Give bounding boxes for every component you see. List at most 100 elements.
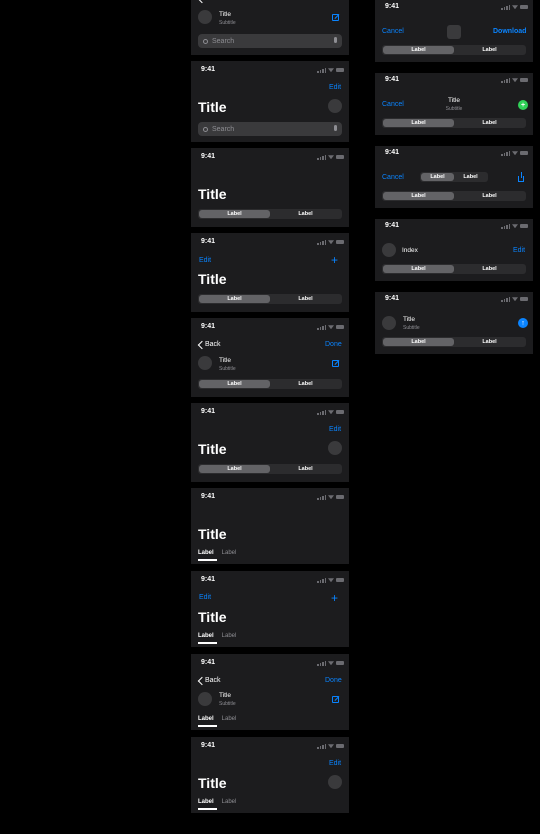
segmented-control[interactable]: Label Label bbox=[382, 118, 526, 128]
compose-icon[interactable] bbox=[332, 14, 339, 21]
wifi-icon bbox=[512, 5, 518, 10]
cancel-button[interactable]: Cancel bbox=[382, 101, 404, 108]
tab-bar: Label Label bbox=[198, 716, 237, 727]
segmented-control[interactable]: Label Label bbox=[382, 45, 526, 55]
large-title: Title bbox=[198, 775, 227, 791]
tab-first[interactable]: Label bbox=[198, 716, 217, 727]
edit-button[interactable]: Edit bbox=[199, 257, 211, 264]
edit-button[interactable]: Edit bbox=[329, 84, 341, 91]
large-title: Title bbox=[198, 186, 227, 202]
header-segmented-control[interactable]: Label Label bbox=[420, 172, 488, 182]
magnifier-icon bbox=[203, 38, 208, 44]
search-field[interactable]: Search bbox=[198, 34, 342, 48]
microphone-icon[interactable] bbox=[334, 37, 337, 43]
segment-second[interactable]: Label bbox=[454, 265, 525, 273]
avatar[interactable] bbox=[328, 441, 342, 455]
back-button[interactable]: Back bbox=[205, 0, 221, 2]
microphone-icon[interactable] bbox=[334, 125, 337, 131]
large-title: Title bbox=[198, 271, 227, 287]
segment-second[interactable]: Label bbox=[454, 338, 525, 346]
done-button[interactable]: Done bbox=[325, 677, 342, 684]
tab-first[interactable]: Label bbox=[198, 633, 217, 644]
search-field[interactable]: Search bbox=[198, 122, 342, 136]
tab-first[interactable]: Label bbox=[198, 799, 217, 810]
download-button[interactable]: Download bbox=[493, 28, 526, 35]
avatar bbox=[382, 316, 396, 330]
compose-icon[interactable] bbox=[332, 360, 339, 367]
status-time: 9:41 bbox=[385, 3, 400, 10]
segment-first[interactable]: Label bbox=[383, 192, 454, 200]
segment-second[interactable]: Label bbox=[270, 465, 341, 473]
avatar[interactable] bbox=[328, 775, 342, 789]
status-icons bbox=[317, 661, 344, 666]
segment-first[interactable]: Label bbox=[199, 465, 270, 473]
segment-first[interactable]: Label bbox=[199, 295, 270, 303]
segmented-control[interactable]: Label Label bbox=[198, 379, 342, 389]
segmented-control[interactable]: Label Label bbox=[198, 294, 342, 304]
avatar bbox=[198, 356, 212, 370]
tab-second[interactable]: Label bbox=[222, 716, 237, 722]
status-time: 9:41 bbox=[201, 659, 216, 666]
segment-first[interactable]: Label bbox=[383, 338, 454, 346]
row-subtitle: Subtitle bbox=[219, 20, 236, 26]
back-button[interactable]: Back bbox=[205, 341, 221, 348]
segment-second[interactable]: Label bbox=[454, 119, 525, 127]
nav-bar-back-done-tabs: 9:41 Back Done Title Subtitle Label Labe… bbox=[191, 654, 349, 730]
segmented-control[interactable]: Label Label bbox=[198, 209, 342, 219]
segment-second[interactable]: Label bbox=[270, 380, 341, 388]
tab-second[interactable]: Label bbox=[222, 633, 237, 639]
signal-icon bbox=[317, 410, 326, 415]
sheet-header-title-add: 9:41 Cancel Title Subtitle + Label Label bbox=[375, 73, 533, 135]
nav-bar-edit-add-tabs: 9:41 Edit + Title Label Label bbox=[191, 571, 349, 647]
signal-icon bbox=[317, 68, 326, 73]
row-title: Title bbox=[219, 692, 232, 699]
back-button[interactable]: Back bbox=[205, 677, 221, 684]
segment-first[interactable]: Label bbox=[383, 265, 454, 273]
cancel-button[interactable]: Cancel bbox=[382, 174, 404, 181]
segmented-control[interactable]: Label Label bbox=[382, 191, 526, 201]
plus-circle-icon[interactable]: + bbox=[518, 100, 528, 110]
nav-bar-large-title-segmented: 9:41 Title Label Label bbox=[191, 148, 349, 227]
segmented-control[interactable]: Label Label bbox=[382, 337, 526, 347]
signal-icon bbox=[501, 5, 510, 10]
segmented-control[interactable]: Label Label bbox=[382, 264, 526, 274]
wifi-icon bbox=[328, 578, 334, 583]
cancel-button[interactable]: Cancel bbox=[382, 28, 404, 35]
plus-icon[interactable]: + bbox=[331, 592, 338, 604]
battery-icon bbox=[336, 661, 344, 666]
wifi-icon bbox=[328, 325, 334, 330]
nav-bar-large-title-tabs: 9:41 Title Label Label bbox=[191, 488, 349, 564]
segment-second[interactable]: Label bbox=[454, 173, 487, 181]
row-title: Title bbox=[219, 357, 232, 364]
segment-second[interactable]: Label bbox=[270, 210, 341, 218]
arrow-up-circle-icon[interactable]: ↑ bbox=[518, 318, 528, 328]
signal-icon bbox=[501, 78, 510, 83]
segmented-control[interactable]: Label Label bbox=[198, 464, 342, 474]
segment-second[interactable]: Label bbox=[454, 46, 525, 54]
battery-icon bbox=[520, 78, 528, 83]
compose-icon[interactable] bbox=[332, 696, 339, 703]
segment-first[interactable]: Label bbox=[421, 173, 454, 181]
status-icons bbox=[317, 744, 344, 749]
edit-button[interactable]: Edit bbox=[513, 247, 525, 254]
status-icons bbox=[317, 410, 344, 415]
tab-second[interactable]: Label bbox=[222, 550, 237, 556]
segment-first[interactable]: Label bbox=[383, 119, 454, 127]
segment-first[interactable]: Label bbox=[199, 210, 270, 218]
avatar[interactable] bbox=[328, 99, 342, 113]
tab-first[interactable]: Label bbox=[198, 550, 217, 561]
segment-second[interactable]: Label bbox=[454, 192, 525, 200]
plus-icon[interactable]: + bbox=[331, 254, 338, 266]
segment-first[interactable]: Label bbox=[383, 46, 454, 54]
tab-second[interactable]: Label bbox=[222, 799, 237, 805]
segment-first[interactable]: Label bbox=[199, 380, 270, 388]
edit-button[interactable]: Edit bbox=[329, 426, 341, 433]
done-button[interactable]: Done bbox=[325, 341, 342, 348]
edit-button[interactable]: Edit bbox=[329, 760, 341, 767]
battery-icon bbox=[336, 68, 344, 73]
segment-second[interactable]: Label bbox=[270, 295, 341, 303]
share-icon[interactable] bbox=[518, 172, 524, 182]
signal-icon bbox=[317, 155, 326, 160]
done-button[interactable]: Done bbox=[325, 0, 342, 2]
edit-button[interactable]: Edit bbox=[199, 594, 211, 601]
